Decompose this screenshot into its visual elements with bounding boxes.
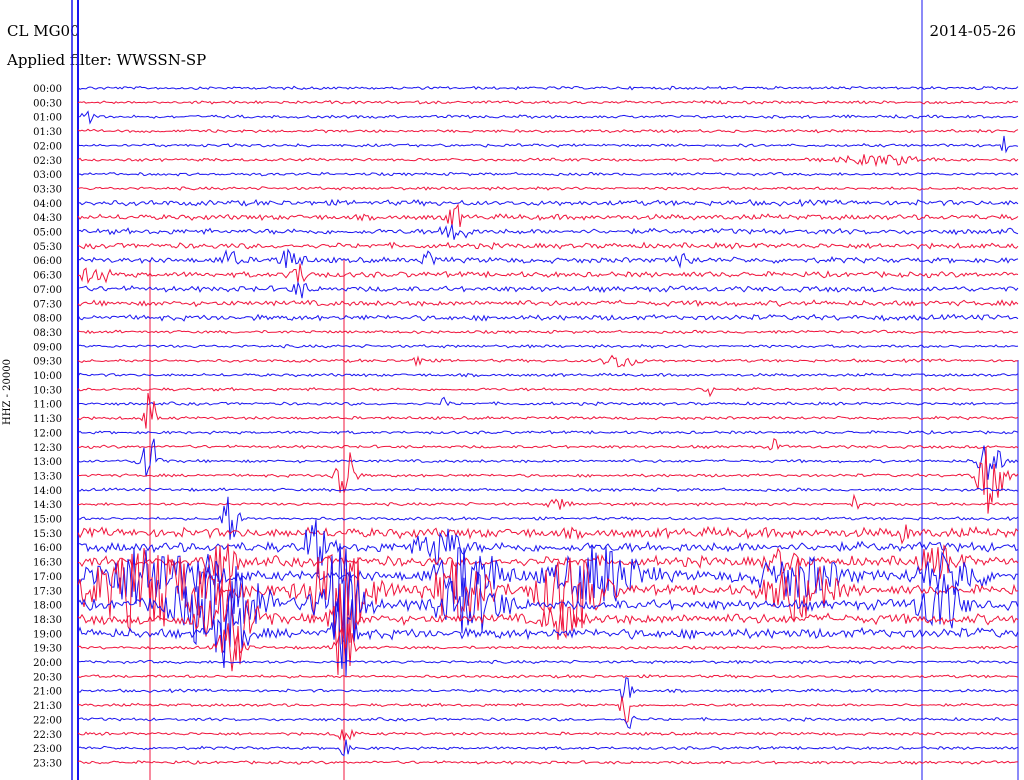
trace-row-1300 <box>77 438 1019 480</box>
trace-row-0130 <box>77 128 1019 134</box>
trace-row-0000 <box>77 85 1019 91</box>
trace-row-0700 <box>77 280 1019 299</box>
trace-row-1200 <box>77 429 1019 435</box>
trace-row-1430 <box>77 493 1019 510</box>
row-label-1600: 16:00 <box>33 543 62 554</box>
trace-row-1930 <box>77 623 1019 672</box>
row-label-1700: 17:00 <box>33 572 62 583</box>
trace-group <box>77 85 1019 765</box>
row-label-0200: 02:00 <box>33 141 62 152</box>
row-label-1630: 16:30 <box>33 558 62 569</box>
row-label-0030: 00:30 <box>33 98 62 109</box>
trace-row-2030 <box>77 674 1019 679</box>
trace-row-1530 <box>77 524 1019 545</box>
row-label-1030: 10:30 <box>33 385 62 396</box>
row-label-1930: 19:30 <box>33 644 62 655</box>
row-label-1300: 13:00 <box>33 457 62 468</box>
trace-row-2200 <box>77 715 1019 730</box>
row-label-0330: 03:30 <box>33 184 62 195</box>
row-label-1400: 14:00 <box>33 486 62 497</box>
row-label-0230: 02:30 <box>33 156 62 167</box>
row-label-0600: 06:00 <box>33 256 62 267</box>
row-label-1130: 11:30 <box>33 414 62 425</box>
trace-row-0330 <box>77 186 1019 191</box>
row-label-1100: 11:00 <box>33 400 62 411</box>
row-label-1500: 15:00 <box>33 515 62 526</box>
row-label-1230: 12:30 <box>33 443 62 454</box>
trace-row-2330 <box>77 759 1018 765</box>
trace-row-2230 <box>77 728 1019 742</box>
trace-row-1130 <box>77 392 1019 429</box>
row-label-0400: 04:00 <box>33 199 62 210</box>
trace-row-0830 <box>77 329 1019 335</box>
trace-row-2100 <box>77 676 1019 701</box>
trace-row-0400 <box>77 198 1019 208</box>
trace-row-0600 <box>77 248 1019 269</box>
row-label-1330: 13:30 <box>33 471 62 482</box>
row-label-2000: 20:00 <box>33 658 62 669</box>
row-label-0100: 01:00 <box>33 113 62 124</box>
row-label-0900: 09:00 <box>33 342 62 353</box>
trace-row-0200 <box>77 135 1019 154</box>
row-label-group: 00:00 00:30 01:00 01:30 02:00 02:30 03:00 03:30… <box>33 84 62 769</box>
row-label-2130: 21:30 <box>33 701 62 712</box>
trace-row-1030 <box>77 386 1019 398</box>
row-label-0530: 05:30 <box>33 242 62 253</box>
row-label-1800: 18:00 <box>33 601 62 612</box>
row-label-2300: 23:00 <box>33 744 62 755</box>
row-label-1730: 17:30 <box>33 586 62 597</box>
trace-row-0100 <box>77 110 1019 125</box>
row-label-1530: 15:30 <box>33 529 62 540</box>
row-label-0000: 00:00 <box>33 84 62 95</box>
row-label-2200: 22:00 <box>33 715 62 726</box>
row-label-0130: 01:30 <box>33 127 62 138</box>
row-label-0730: 07:30 <box>33 299 62 310</box>
trace-row-1100 <box>77 396 1019 407</box>
row-label-0430: 04:30 <box>33 213 62 224</box>
row-label-1000: 10:00 <box>33 371 62 382</box>
trace-row-0730 <box>77 299 1019 308</box>
trace-row-0530 <box>77 241 1019 251</box>
row-label-0700: 07:00 <box>33 285 62 296</box>
row-label-2100: 21:00 <box>33 687 62 698</box>
trace-row-0030 <box>77 99 1019 105</box>
row-label-1200: 12:00 <box>33 428 62 439</box>
row-label-0800: 08:00 <box>33 314 62 325</box>
trace-row-2300 <box>77 739 1019 757</box>
trace-row-0500 <box>77 224 1019 240</box>
trace-row-0430 <box>77 203 1019 227</box>
trace-row-0230 <box>77 154 1019 168</box>
row-label-2030: 20:30 <box>33 672 62 683</box>
trace-row-1400 <box>77 487 1019 493</box>
trace-row-1230 <box>77 437 1019 451</box>
row-label-1430: 14:30 <box>33 500 62 511</box>
row-label-2330: 23:30 <box>33 758 62 769</box>
trace-row-0930 <box>77 354 1019 368</box>
row-label-0830: 08:30 <box>33 328 62 339</box>
row-label-2230: 22:30 <box>33 730 62 741</box>
trace-row-0630 <box>78 263 1019 285</box>
trace-row-0900 <box>77 343 1019 349</box>
helicorder-plot: 00:00 00:30 01:00 01:30 02:00 02:30 03:00 03:30… <box>33 0 1019 780</box>
row-label-0630: 06:30 <box>33 271 62 282</box>
row-label-1830: 18:30 <box>33 615 62 626</box>
trace-row-0300 <box>77 171 1019 177</box>
trace-row-2000 <box>77 659 1019 665</box>
trace-row-0800 <box>77 313 1019 322</box>
trace-row-1000 <box>77 372 1019 378</box>
row-label-0300: 03:00 <box>33 170 62 181</box>
row-label-1900: 19:00 <box>33 629 62 640</box>
row-label-0930: 09:30 <box>33 357 62 368</box>
row-label-0500: 05:00 <box>33 228 62 239</box>
